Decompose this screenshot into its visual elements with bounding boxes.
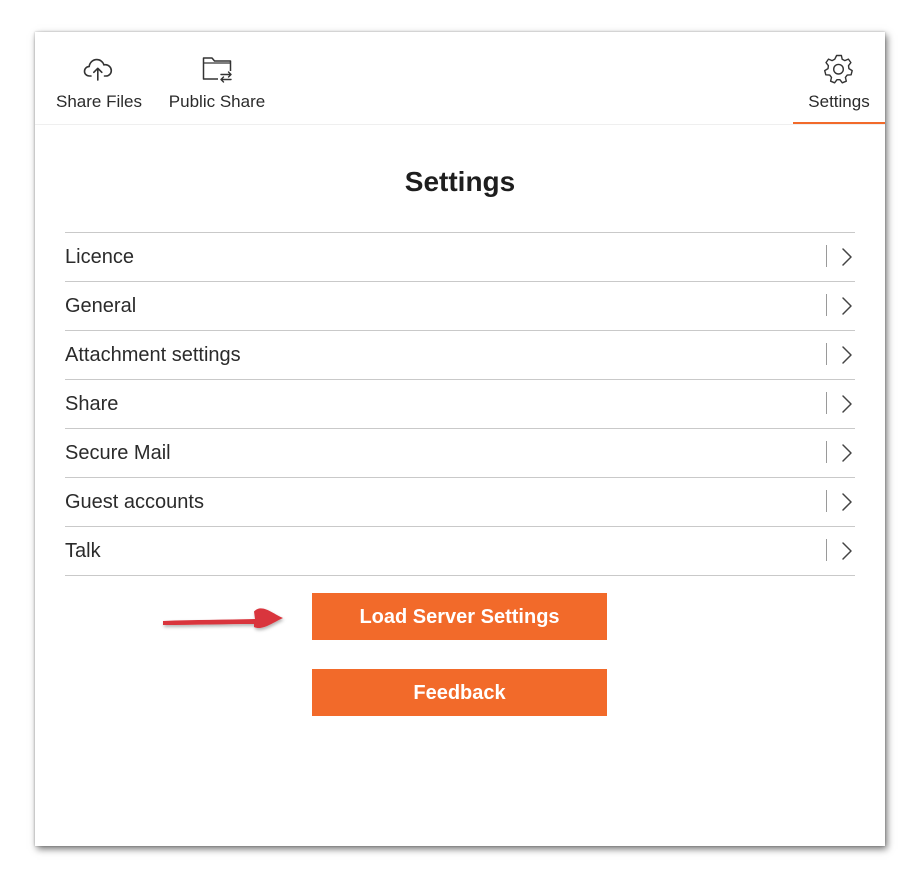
divider xyxy=(826,539,827,561)
folder-share-icon xyxy=(202,57,232,83)
tab-label: Share Files xyxy=(56,92,142,111)
tab-settings[interactable]: Settings xyxy=(793,32,885,124)
top-navigation: Share Files Public Share Settings xyxy=(35,32,885,125)
settings-item-guest-accounts[interactable]: Guest accounts xyxy=(65,478,855,527)
settings-item-label: Secure Mail xyxy=(65,442,171,464)
settings-item-secure-mail[interactable]: Secure Mail xyxy=(65,429,855,478)
chevron-right-icon xyxy=(842,493,852,511)
chevron-right-icon xyxy=(842,444,852,462)
tab-share-files[interactable]: Share Files xyxy=(49,32,149,124)
settings-item-share[interactable]: Share xyxy=(65,380,855,429)
page-title: Settings xyxy=(404,166,516,197)
settings-item-label: Share xyxy=(65,393,119,415)
settings-item-licence[interactable]: Licence xyxy=(65,233,855,282)
tab-label: Public Share xyxy=(168,92,266,111)
settings-item-label: Guest accounts xyxy=(65,491,204,513)
cloud-upload-icon xyxy=(83,58,113,81)
feedback-button[interactable]: Feedback xyxy=(312,669,607,716)
settings-item-attachment-settings[interactable]: Attachment settings xyxy=(65,331,855,380)
divider xyxy=(826,294,827,316)
active-tab-indicator xyxy=(793,122,885,124)
gear-icon xyxy=(824,54,853,84)
divider xyxy=(826,490,827,512)
settings-item-label: Talk xyxy=(65,540,101,562)
settings-item-talk[interactable]: Talk xyxy=(65,527,855,576)
chevron-right-icon xyxy=(842,395,852,413)
settings-item-label: Licence xyxy=(65,246,134,268)
chevron-right-icon xyxy=(842,346,852,364)
divider xyxy=(826,392,827,414)
divider xyxy=(826,343,827,365)
divider xyxy=(826,441,827,463)
chevron-right-icon xyxy=(842,297,852,315)
chevron-right-icon xyxy=(842,542,852,560)
chevron-right-icon xyxy=(842,248,852,266)
settings-item-general[interactable]: General xyxy=(65,282,855,331)
annotation-arrow-icon xyxy=(163,608,283,629)
settings-item-label: General xyxy=(65,295,137,317)
load-server-settings-button[interactable]: Load Server Settings xyxy=(312,593,607,640)
settings-item-label: Attachment settings xyxy=(65,344,241,366)
tab-label: Settings xyxy=(808,92,870,111)
divider xyxy=(826,245,827,267)
tab-public-share[interactable]: Public Share xyxy=(163,32,271,124)
settings-panel: Share Files Public Share Settings Settin… xyxy=(35,32,885,846)
settings-list: Licence General Attachment settings Shar… xyxy=(65,232,855,576)
